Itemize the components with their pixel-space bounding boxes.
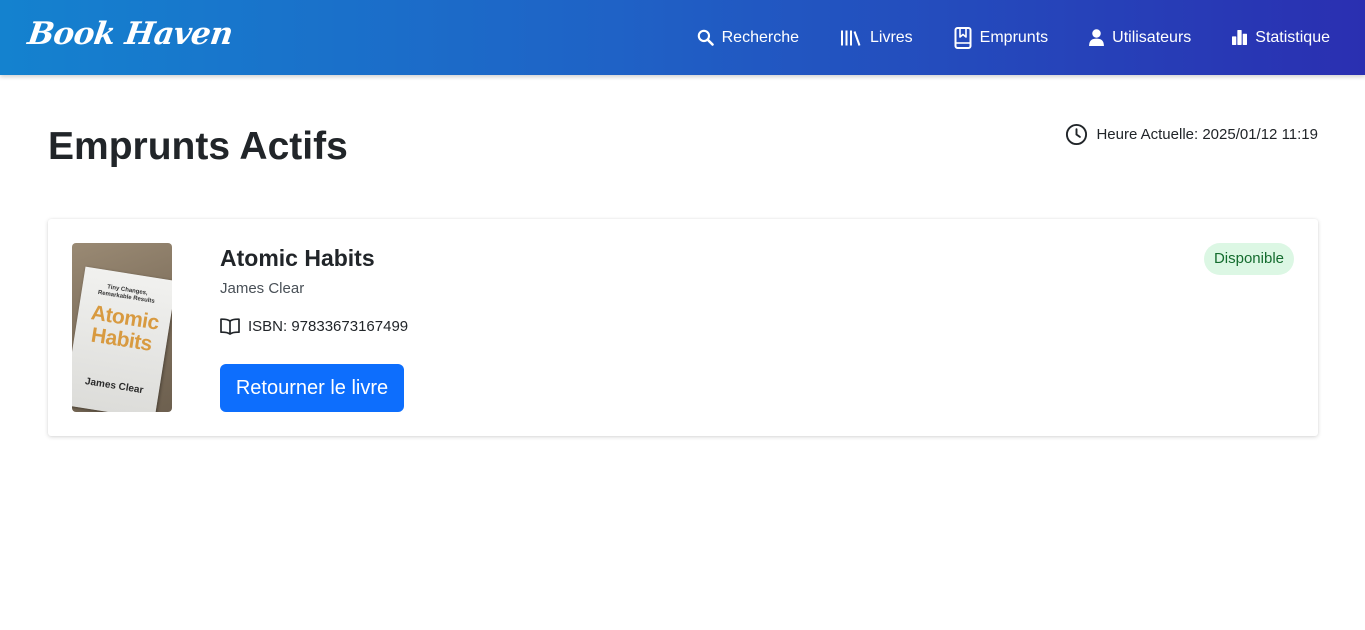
- brand-logo[interactable]: Book Haven: [25, 16, 235, 52]
- isbn-text: ISBN: 97833673167499: [248, 318, 409, 335]
- open-book-icon: [220, 318, 240, 335]
- book-title: Atomic Habits: [220, 245, 375, 271]
- library-icon: [840, 30, 861, 46]
- bar-chart-icon: [1232, 30, 1248, 45]
- book-cover: Tiny Changes, Remarkable Results Atomic …: [72, 243, 172, 412]
- user-icon: [1089, 29, 1105, 46]
- nav-item-label: Livres: [869, 28, 913, 46]
- nav-item-recherche[interactable]: Recherche: [697, 29, 799, 47]
- page-title: Emprunts Actifs: [48, 125, 348, 168]
- return-book-button[interactable]: Retourner le livre: [220, 364, 404, 412]
- current-time-text: Heure Actuelle: 2025/01/12 11:19: [1096, 126, 1318, 143]
- navbar: Book Haven Recherche Livres Emprunts Uti…: [0, 0, 1365, 75]
- cover-title: Atomic Habits: [77, 301, 169, 358]
- clock-icon: [1066, 123, 1088, 146]
- cover-author: James Clear: [84, 376, 145, 397]
- nav-item-statistique[interactable]: Statistique: [1232, 29, 1330, 47]
- nav-item-label: Recherche: [721, 28, 799, 46]
- nav-item-livres[interactable]: Livres: [840, 28, 913, 47]
- nav-item-label: Utilisateurs: [1112, 28, 1192, 46]
- status-badge: Disponible: [1203, 243, 1294, 275]
- search-icon: [697, 29, 714, 46]
- current-time: Heure Actuelle: 2025/01/12 11:19: [1065, 123, 1318, 146]
- loan-card: Tiny Changes, Remarkable Results Atomic …: [48, 219, 1318, 436]
- nav-item-label: Emprunts: [979, 28, 1049, 46]
- nav-item-label: Statistique: [1255, 28, 1330, 46]
- book-author: James Clear: [220, 280, 305, 297]
- nav-links: Recherche Livres Emprunts Utilisateurs S…: [697, 0, 1330, 75]
- bookmark-book-icon: [954, 26, 972, 49]
- nav-item-emprunts[interactable]: Emprunts: [954, 26, 1049, 49]
- book-cover-art: Tiny Changes, Remarkable Results Atomic …: [72, 266, 172, 412]
- isbn-row: ISBN: 97833673167499: [220, 318, 408, 335]
- nav-item-utilisateurs[interactable]: Utilisateurs: [1089, 29, 1191, 47]
